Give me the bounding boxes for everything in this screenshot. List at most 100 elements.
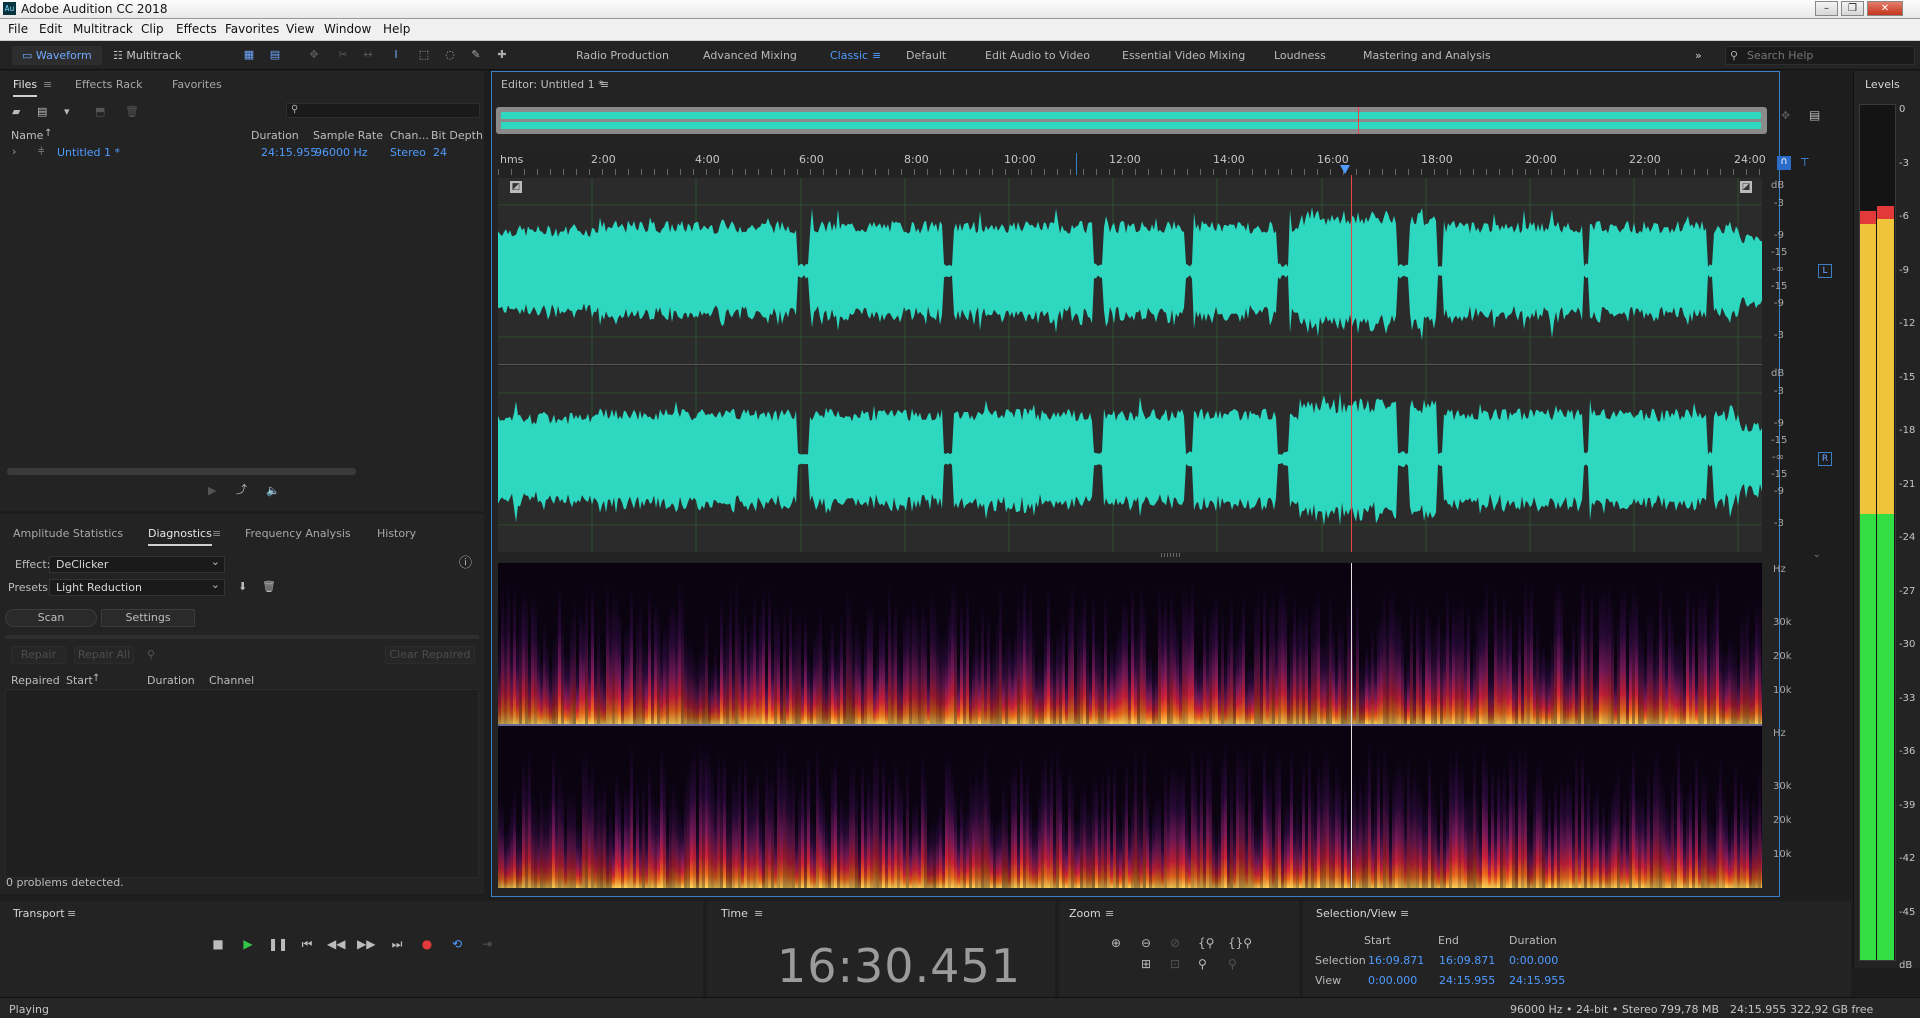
file-row[interactable]: › ⫩ Untitled 1 * 24:15.955 96000 Hz Ster…	[0, 143, 484, 159]
play-preview-icon[interactable]: ▶	[208, 485, 216, 497]
zoom-out-amplitude-icon[interactable]: ⊖	[1141, 936, 1151, 950]
workspace-radio-production[interactable]: Radio Production	[576, 49, 669, 62]
menu-clip[interactable]: Clip	[141, 22, 164, 36]
editor-options-icon[interactable]: ▤	[1809, 108, 1820, 122]
workspace-mastering-and-analysis[interactable]: Mastering and Analysis	[1363, 49, 1491, 62]
zoom-to-start-icon[interactable]: ⚲	[1228, 957, 1237, 971]
col-channels[interactable]: Chan...	[390, 129, 429, 142]
tab-effects-rack[interactable]: Effects Rack	[75, 78, 142, 91]
zoom-out-full-icon[interactable]: ⊞	[1141, 957, 1151, 971]
slip-tool-icon[interactable]: ↔	[361, 48, 375, 62]
search-help-box[interactable]: ⚲	[1725, 46, 1915, 65]
problems-list[interactable]	[5, 689, 479, 878]
selection-end[interactable]: 16:09.871	[1439, 954, 1495, 967]
clear-repaired-button[interactable]: Clear Repaired	[385, 646, 475, 664]
workspace-advanced-mixing[interactable]: Advanced Mixing	[703, 49, 797, 62]
col-bit-depth[interactable]: Bit Depth	[431, 129, 483, 142]
editor-menu-icon[interactable]: ≡	[600, 78, 609, 91]
spectral-frequency-icon[interactable]: ▦	[242, 48, 256, 62]
play-button[interactable]: ▶	[239, 936, 257, 952]
search-help-input[interactable]	[1747, 49, 1907, 62]
stop-button[interactable]: ■	[209, 936, 227, 952]
move-tool-icon[interactable]: ✥	[307, 48, 321, 62]
expand-chevron-icon[interactable]: ›	[12, 145, 16, 158]
headphones-icon[interactable]: ∩	[1777, 156, 1791, 170]
menu-favorites[interactable]: Favorites	[225, 22, 279, 36]
tab-frequency-analysis[interactable]: Frequency Analysis	[245, 527, 351, 540]
brush-tool-icon[interactable]: ✎	[469, 48, 483, 62]
tab-history[interactable]: History	[377, 527, 416, 540]
info-icon[interactable]: ⓘ	[459, 557, 472, 570]
left-channel-waveform[interactable]: ◩ ◪	[498, 178, 1762, 364]
right-channel-waveform[interactable]	[498, 366, 1762, 552]
razor-tool-icon[interactable]: ✂	[336, 48, 350, 62]
fade-out-handle-icon[interactable]: ◪	[1740, 181, 1752, 193]
selection-duration[interactable]: 0:00.000	[1509, 954, 1558, 967]
presets-select[interactable]: Light Reduction	[49, 577, 225, 596]
menu-file[interactable]: File	[8, 22, 28, 36]
tab-files[interactable]: Files	[13, 78, 38, 97]
panel-divider[interactable]	[5, 635, 479, 639]
delete-file-icon[interactable]: 🗑	[125, 106, 139, 118]
maximize-button[interactable]: ❐	[1841, 1, 1864, 16]
zoom-in-time-icon[interactable]: {⚲	[1198, 936, 1214, 950]
fast-forward-button[interactable]: ▶▶	[357, 936, 375, 952]
left-spectrogram[interactable]	[498, 563, 1762, 724]
multitrack-mode-button[interactable]: ☷ Multitrack	[113, 46, 181, 65]
menu-window[interactable]: Window	[324, 22, 371, 36]
close-button[interactable]: ✕	[1867, 1, 1903, 16]
import-file-icon[interactable]: ▤	[37, 106, 47, 118]
tab-amplitude-statistics[interactable]: Amplitude Statistics	[13, 527, 123, 540]
time-display[interactable]: 16:30.451	[777, 939, 1021, 993]
workspace-essential-video-mixing[interactable]: Essential Video Mixing	[1122, 49, 1245, 62]
workspace-default[interactable]: Default	[906, 49, 946, 62]
zoom-to-selection-icon[interactable]: ✥	[1781, 109, 1790, 122]
menu-effects[interactable]: Effects	[176, 22, 217, 36]
workspace-menu-icon[interactable]: ≡	[872, 49, 881, 62]
col-name[interactable]: Name	[11, 129, 43, 142]
open-file-icon[interactable]: ▰	[12, 106, 20, 118]
transport-menu-icon[interactable]: ≡	[67, 907, 76, 920]
col-duration[interactable]: Duration	[251, 129, 299, 142]
zoom-to-problem-icon[interactable]: ⚲	[147, 649, 155, 661]
loop-preview-icon[interactable]: ⤴	[236, 484, 247, 496]
skip-selection-button[interactable]: ⇥	[478, 936, 496, 952]
view-end[interactable]: 24:15.955	[1439, 974, 1495, 987]
menu-multitrack[interactable]: Multitrack	[73, 22, 133, 36]
files-scrollbar[interactable]	[7, 468, 356, 475]
insert-multitrack-icon[interactable]: ⬒	[95, 106, 105, 118]
selection-start[interactable]: 16:09.871	[1368, 954, 1424, 967]
delete-preset-icon[interactable]: 🗑	[262, 581, 276, 593]
selection-menu-icon[interactable]: ≡	[1400, 907, 1409, 920]
col-sample-rate[interactable]: Sample Rate	[313, 129, 383, 142]
lasso-tool-icon[interactable]: ◌	[443, 48, 457, 62]
menu-view[interactable]: View	[286, 22, 314, 36]
diagnostics-menu-icon[interactable]: ≡	[212, 528, 221, 540]
record-button[interactable]: ●	[418, 936, 436, 952]
spectral-collapse-icon[interactable]: ⌄	[1813, 550, 1821, 560]
new-file-icon[interactable]: ▾	[64, 106, 70, 118]
files-search-input[interactable]: ⚲	[286, 103, 480, 118]
zoom-menu-icon[interactable]: ≡	[1105, 907, 1114, 920]
col-channel[interactable]: Channel	[209, 674, 254, 687]
waveform-mode-button[interactable]: ▭ Waveform	[12, 46, 102, 65]
zoom-to-selection-icon[interactable]: ⚲	[1198, 957, 1207, 971]
files-panel-menu-icon[interactable]: ≡	[43, 79, 52, 91]
auto-play-speaker-icon[interactable]: 🔈	[266, 485, 280, 497]
view-duration[interactable]: 24:15.955	[1509, 974, 1565, 987]
right-spectrogram[interactable]	[498, 726, 1762, 888]
workspace-loudness[interactable]: Loudness	[1274, 49, 1326, 62]
scan-button[interactable]: Scan	[5, 609, 97, 627]
spectral-pitch-icon[interactable]: ▤	[268, 48, 282, 62]
repair-all-button[interactable]: Repair All	[74, 646, 134, 664]
time-menu-icon[interactable]: ≡	[754, 907, 763, 920]
right-channel-toggle[interactable]: R	[1818, 452, 1832, 466]
col-repaired[interactable]: Repaired	[11, 674, 60, 687]
overview-navigator[interactable]	[496, 107, 1767, 134]
zoom-selection-icon[interactable]: ⊡	[1170, 957, 1180, 971]
repair-button[interactable]: Repair	[11, 646, 66, 664]
time-ruler[interactable]: hms 2:00 4:00 6:00 8:00 10:00 12:00 14:0…	[498, 153, 1810, 175]
tab-favorites[interactable]: Favorites	[172, 78, 222, 91]
view-start[interactable]: 0:00.000	[1368, 974, 1417, 987]
save-preset-icon[interactable]: ⬇	[238, 581, 247, 593]
